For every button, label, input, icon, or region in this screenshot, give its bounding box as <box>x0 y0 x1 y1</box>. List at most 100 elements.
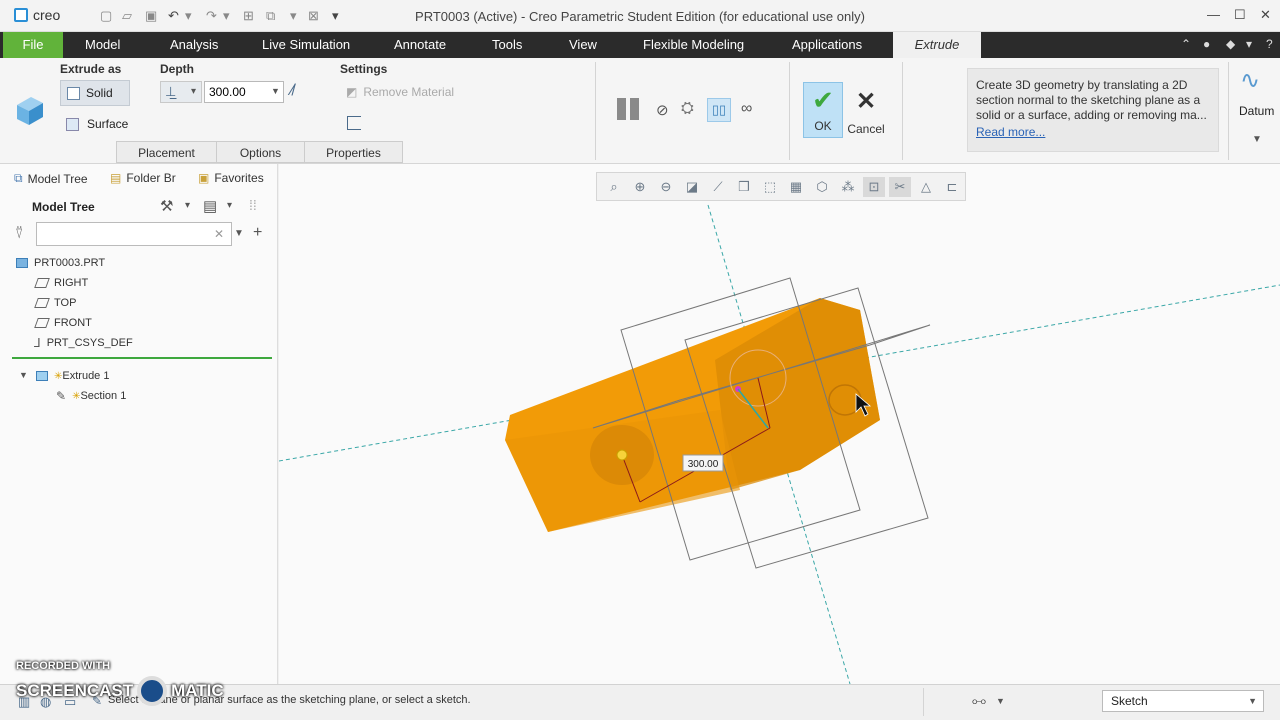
minimize-icon[interactable]: — <box>1207 7 1220 22</box>
user-icon[interactable]: ● <box>1203 37 1210 51</box>
read-more-link[interactable]: Read more... <box>976 125 1045 140</box>
tree-item-csys[interactable]: ⅃ PRT_CSYS_DEF <box>34 334 133 352</box>
datum-label[interactable]: Datum <box>1239 104 1274 118</box>
attached-preview-icon[interactable]: ▯▯ <box>707 98 731 122</box>
zoom-in-icon[interactable]: ⊕ <box>629 177 651 197</box>
close-icon[interactable]: ✕ <box>1260 7 1271 23</box>
surface-button[interactable]: Surface <box>66 117 128 131</box>
tree-columns-icon[interactable]: ▤ <box>203 197 217 215</box>
tree-item-extrude[interactable]: ✳ Extrude 1 <box>36 367 109 385</box>
zoom-out-icon[interactable]: ⊖ <box>655 177 677 197</box>
datum-curve-icon[interactable]: ∿ <box>1240 66 1260 95</box>
view-toolbar: ⌕ ⊕ ⊖ ◪ ⟋ ❒ ⬚ ▦ ⬡ ⁂ ⊡ ✂ △ ⊏ <box>596 172 966 201</box>
tab-model-tree[interactable]: ⧉ Model Tree <box>14 171 88 186</box>
tab-annotate[interactable]: Annotate <box>380 32 460 58</box>
verify-mode-icon[interactable]: ⛭ <box>681 100 694 118</box>
pause-icon[interactable] <box>617 98 641 122</box>
selection-filter-select[interactable]: Sketch ▼ <box>1102 690 1264 712</box>
watermark-line2: SCREENCAST <box>16 681 134 700</box>
depth-value-dropdown-icon[interactable]: ▼ <box>271 86 280 96</box>
extrude-icon <box>36 371 48 381</box>
display-tools-icon[interactable]: △ <box>915 177 937 197</box>
tab-tools[interactable]: Tools <box>478 32 536 58</box>
no-preview-icon[interactable]: ⊘ <box>656 101 669 119</box>
add-column-icon[interactable]: + <box>253 224 262 242</box>
ok-label: OK <box>814 119 832 133</box>
repaint-icon[interactable]: ◪ <box>681 177 703 197</box>
tree-settings-icon[interactable]: ⚒ <box>160 197 173 215</box>
maximize-icon[interactable]: ☐ <box>1234 7 1246 23</box>
tab-analysis[interactable]: Analysis <box>156 32 232 58</box>
clear-search-icon[interactable]: ✕ <box>214 227 224 241</box>
tree-item-right[interactable]: RIGHT <box>34 274 88 292</box>
tab-options[interactable]: Options <box>216 141 305 163</box>
depth-label: Depth <box>160 62 194 76</box>
tab-folder-browser[interactable]: ▤ Folder Br <box>110 171 176 185</box>
tab-placement[interactable]: Placement <box>116 141 217 163</box>
collapse-ribbon-icon[interactable]: ⌃ <box>1181 37 1191 51</box>
options-dropdown-icon[interactable]: ▾ <box>1246 37 1252 51</box>
graphics-window[interactable]: 300.00 <box>279 164 1280 684</box>
tab-model[interactable]: Model <box>71 32 134 58</box>
community-icon[interactable]: ◆ <box>1226 37 1235 51</box>
ok-button[interactable]: ✔ OK <box>803 82 843 138</box>
tab-flexible-modeling[interactable]: Flexible Modeling <box>629 32 758 58</box>
model-canvas[interactable]: 300.00 <box>279 164 1280 684</box>
tab-extrude[interactable]: Extrude <box>893 32 981 58</box>
datum-display-icon[interactable]: ⁂ <box>837 177 859 197</box>
tree-item-front[interactable]: FRONT <box>34 314 92 332</box>
flip-direction-icon[interactable]: ⁄̸ <box>291 82 294 100</box>
tab-favorites[interactable]: ▣ Favorites <box>198 171 264 185</box>
annotation-display-icon[interactable]: ⊡ <box>863 176 885 197</box>
tree-item-extrude-label: Extrude 1 <box>62 370 110 382</box>
remove-material-icon: ◩ <box>346 85 358 99</box>
tooltip-text: Create 3D geometry by translating a 2D s… <box>976 78 1207 122</box>
tree-filter-settings-icon[interactable]: ⁞⁞ <box>249 197 257 213</box>
drag-handle[interactable] <box>616 449 628 461</box>
help-icon[interactable]: ? <box>1266 37 1273 51</box>
find-binoculars-icon[interactable]: ⧟ <box>972 692 986 709</box>
tree-item-top[interactable]: TOP <box>34 294 76 312</box>
tree-settings-dropdown-icon[interactable]: ▾ <box>185 200 190 211</box>
datum-dropdown-icon[interactable]: ▼ <box>1252 134 1262 145</box>
datum-plane-icon <box>34 318 50 328</box>
view-manager-icon[interactable]: ▦ <box>785 177 807 197</box>
model-tree-header: Model Tree <box>32 200 95 214</box>
search-dropdown-icon[interactable]: ▼ <box>234 228 244 239</box>
saved-orientations-icon[interactable]: ⬚ <box>759 177 781 197</box>
tab-applications[interactable]: Applications <box>778 32 876 58</box>
remove-material-button[interactable]: ◩ Remove Material <box>346 85 454 99</box>
perspective-icon[interactable]: ⟋ <box>707 177 729 197</box>
folder-icon: ▤ <box>110 171 122 185</box>
status-divider <box>923 688 924 716</box>
solid-button[interactable]: Solid <box>60 80 130 106</box>
extrude-as-label: Extrude as <box>60 62 122 76</box>
datum-plane-icon <box>34 298 50 308</box>
display-style-icon[interactable]: ❒ <box>733 177 755 197</box>
section-view-icon[interactable]: ⬡ <box>811 177 833 197</box>
tree-item-front-label: FRONT <box>54 317 92 329</box>
feature-preview-glasses-icon[interactable]: ∞ <box>741 100 752 118</box>
ribbon-divider-3 <box>902 62 903 160</box>
refit-icon[interactable]: ⌕ <box>603 177 625 197</box>
depth-type-select[interactable]: ⊥̲ ▾ <box>160 81 202 103</box>
window-title: PRT0003 (Active) - Creo Parametric Stude… <box>415 9 865 24</box>
screencast-watermark: RECORDED WITH SCREENCAST MATIC <box>16 660 224 706</box>
tab-file[interactable]: File <box>3 32 63 58</box>
tab-view[interactable]: View <box>555 32 611 58</box>
tab-properties[interactable]: Properties <box>304 141 403 163</box>
filter-icon: ⍢ <box>15 225 24 241</box>
tree-columns-dropdown-icon[interactable]: ▾ <box>227 200 232 211</box>
tree-item-part[interactable]: PRT0003.PRT <box>16 254 105 272</box>
expand-collapse-icon[interactable]: ▼ <box>19 370 28 380</box>
dimension-value-label[interactable]: 300.00 <box>688 459 719 470</box>
cancel-button[interactable]: ✕ Cancel <box>847 88 885 136</box>
tab-live-simulation[interactable]: Live Simulation <box>248 32 364 58</box>
tree-item-section[interactable]: ✎ ✳ Section 1 <box>56 387 126 405</box>
tree-item-part-label: PRT0003.PRT <box>34 257 106 269</box>
annotation-orientation-icon[interactable]: ⊏ <box>941 177 963 197</box>
find-dropdown-icon[interactable]: ▼ <box>996 696 1005 706</box>
tree-search-input[interactable] <box>36 222 232 246</box>
thicken-sketch-icon[interactable] <box>347 116 361 130</box>
spin-center-icon[interactable]: ✂ <box>889 176 911 197</box>
